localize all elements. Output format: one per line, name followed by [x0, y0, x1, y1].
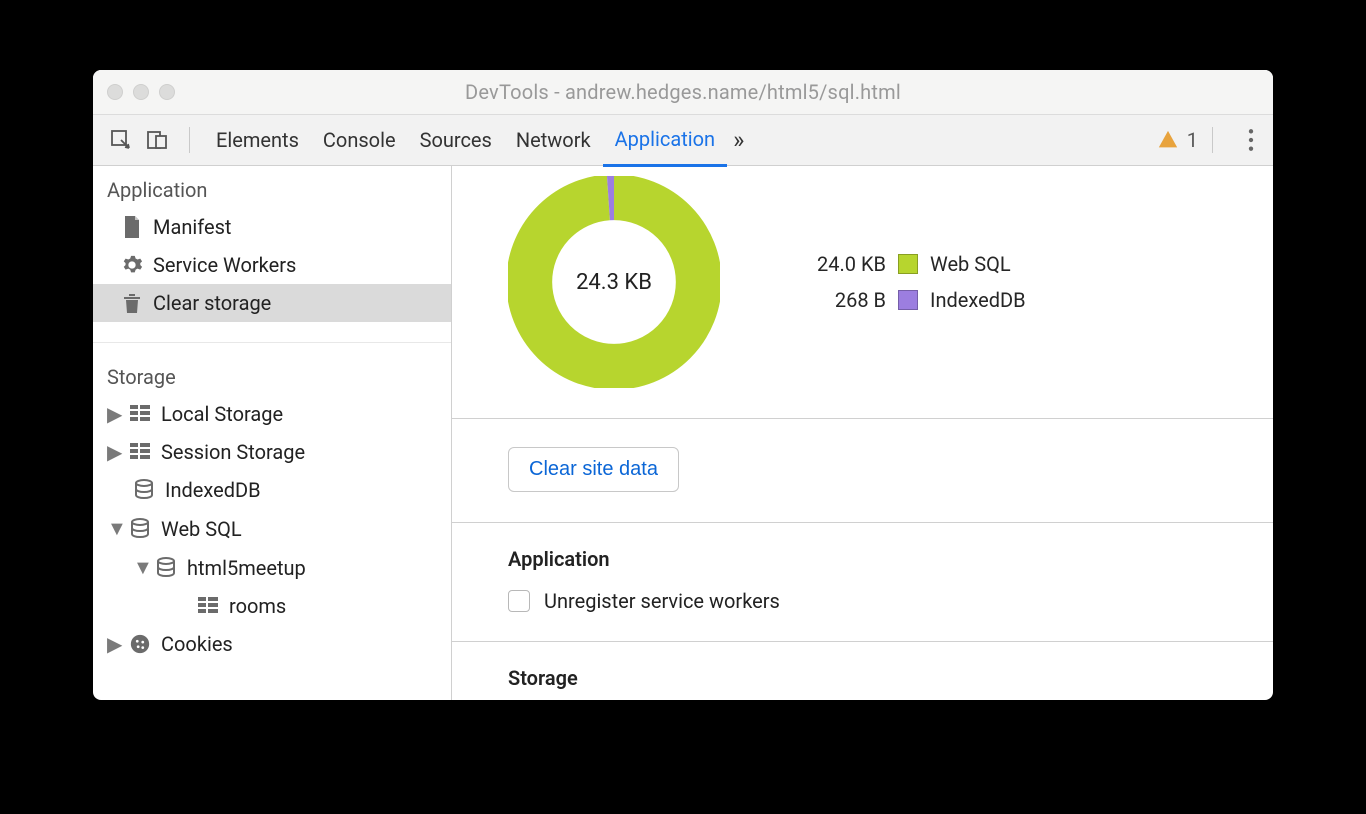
separator	[1212, 127, 1213, 153]
section-title-storage: Storage	[508, 666, 1217, 690]
legend-row: 268 B IndexedDB	[800, 288, 1026, 312]
clear-site-data-button[interactable]: Clear site data	[508, 447, 679, 492]
gear-icon	[121, 254, 143, 276]
tab-application[interactable]: Application	[603, 114, 727, 167]
sidebar-item-manifest[interactable]: Manifest	[93, 208, 451, 246]
sidebar-item-websql[interactable]: ▼ Web SQL	[93, 509, 451, 548]
window-title: DevTools - andrew.hedges.name/html5/sql.…	[93, 80, 1273, 104]
device-toolbar-icon[interactable]	[145, 128, 169, 152]
sidebar-item-service-workers[interactable]: Service Workers	[93, 246, 451, 284]
tab-sources[interactable]: Sources	[408, 115, 504, 165]
sidebar-item-label: Manifest	[153, 215, 451, 239]
sidebar-item-clear-storage[interactable]: Clear storage	[93, 284, 451, 322]
legend-row: 24.0 KB Web SQL	[800, 252, 1026, 276]
sidebar-item-label: rooms	[229, 594, 451, 618]
titlebar: DevTools - andrew.hedges.name/html5/sql.…	[93, 70, 1273, 115]
grid-icon	[129, 403, 151, 425]
sidebar-item-label: IndexedDB	[165, 478, 451, 502]
inspect-icon[interactable]	[109, 128, 133, 152]
devtools-window: DevTools - andrew.hedges.name/html5/sql.…	[93, 70, 1273, 700]
donut-total-label: 24.3 KB	[508, 176, 720, 388]
chevron-right-icon: ▶	[107, 402, 119, 426]
tabs-overflow-icon[interactable]: »	[727, 115, 750, 165]
database-icon	[155, 557, 177, 579]
tab-bar: Elements Console Sources Network Applica…	[93, 115, 1273, 166]
checkbox-icon[interactable]	[508, 590, 530, 612]
tab-elements[interactable]: Elements	[204, 115, 311, 165]
file-icon	[121, 216, 143, 238]
legend-name: Web SQL	[930, 252, 1011, 276]
sidebar-item-local-storage[interactable]: ▶ Local Storage	[93, 395, 451, 433]
window-controls	[107, 84, 175, 100]
sidebar: Application Manifest Service Workers Cle…	[93, 166, 452, 700]
kebab-menu-icon[interactable]	[1247, 127, 1255, 153]
cookie-icon	[129, 633, 151, 655]
sidebar-item-websql-db[interactable]: ▼ html5meetup	[93, 548, 451, 587]
sidebar-item-label: Clear storage	[153, 291, 451, 315]
main-pane: 24.3 KB 24.0 KB Web SQL 268 B IndexedDB Cle…	[452, 166, 1273, 700]
warnings-badge[interactable]: 1	[1157, 128, 1198, 152]
grid-icon	[197, 595, 219, 617]
close-icon[interactable]	[107, 84, 123, 100]
sidebar-item-label: Web SQL	[161, 517, 451, 541]
sidebar-item-cookies[interactable]: ▶ Cookies	[93, 625, 451, 663]
separator	[189, 127, 190, 153]
sidebar-item-websql-table[interactable]: rooms	[93, 587, 451, 625]
storage-usage-chart: 24.3 KB 24.0 KB Web SQL 268 B IndexedDB	[452, 166, 1273, 419]
zoom-icon[interactable]	[159, 84, 175, 100]
sidebar-item-label: Session Storage	[161, 440, 451, 464]
option-label: Unregister service workers	[544, 589, 780, 613]
sidebar-item-indexeddb[interactable]: IndexedDB	[93, 471, 451, 509]
chevron-right-icon: ▶	[107, 440, 119, 464]
sidebar-item-label: Local Storage	[161, 402, 451, 426]
minimize-icon[interactable]	[133, 84, 149, 100]
chevron-down-icon: ▼	[133, 555, 145, 580]
legend-value: 24.0 KB	[800, 252, 886, 276]
option-unregister-sw[interactable]: Unregister service workers	[508, 589, 1217, 613]
trash-icon	[121, 292, 143, 314]
database-icon	[133, 479, 155, 501]
sidebar-item-label: Service Workers	[153, 253, 451, 277]
donut-chart: 24.3 KB	[508, 176, 720, 388]
tab-network[interactable]: Network	[504, 115, 603, 165]
chevron-right-icon: ▶	[107, 632, 119, 656]
legend-name: IndexedDB	[930, 288, 1026, 312]
legend-value: 268 B	[800, 288, 886, 312]
database-icon	[129, 518, 151, 540]
sidebar-header-storage: Storage	[93, 353, 451, 395]
legend-swatch	[898, 254, 918, 274]
section-title-application: Application	[508, 547, 1217, 571]
grid-icon	[129, 441, 151, 463]
chart-legend: 24.0 KB Web SQL 268 B IndexedDB	[800, 252, 1026, 312]
tab-console[interactable]: Console	[311, 115, 408, 165]
chevron-down-icon: ▼	[107, 516, 119, 541]
legend-swatch	[898, 290, 918, 310]
warnings-count: 1	[1187, 128, 1198, 152]
sidebar-item-session-storage[interactable]: ▶ Session Storage	[93, 433, 451, 471]
sidebar-item-label: Cookies	[161, 632, 451, 656]
sidebar-header-application: Application	[93, 166, 451, 208]
sidebar-item-label: html5meetup	[187, 556, 451, 580]
